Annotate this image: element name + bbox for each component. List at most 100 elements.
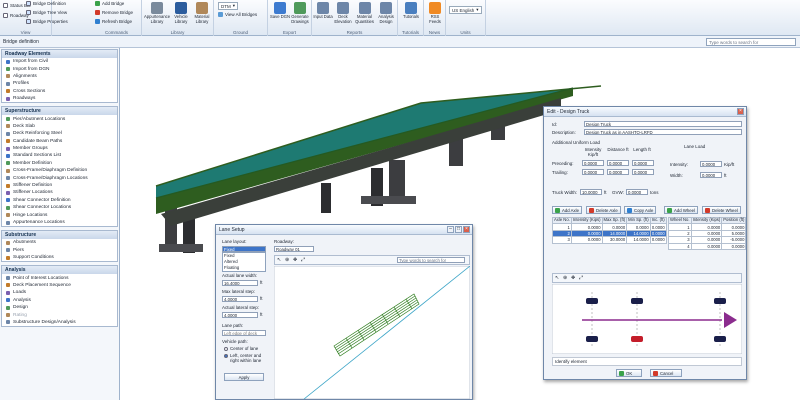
view-all-bridges-button[interactable]: View All Bridges xyxy=(218,12,257,17)
bridge-definition-checkbox[interactable]: Bridge Definition xyxy=(26,1,86,6)
sidebar-item[interactable]: Roadways xyxy=(2,95,117,102)
generate-drawings-button[interactable]: Generate Drawings xyxy=(290,2,310,24)
table-cell[interactable]: 0.0000 xyxy=(570,236,603,244)
tutorials-button[interactable]: Tutorials xyxy=(401,2,421,20)
close-icon[interactable]: × xyxy=(737,108,744,115)
table-cell[interactable]: 14.0000 xyxy=(626,236,651,244)
max-lateral-step-field[interactable]: 4.0000 xyxy=(222,296,258,302)
table-cell[interactable]: 0.0000 xyxy=(721,242,747,250)
sidebar-item[interactable]: Loads xyxy=(2,289,117,296)
sidebar-item[interactable]: Point of Interest Locations xyxy=(2,274,117,281)
sidebar-item[interactable]: Stiffener Locations xyxy=(2,189,117,196)
preceding-intensity-field[interactable]: 0.0000 xyxy=(582,160,604,166)
delete-wheel-button[interactable]: Delete Wheel xyxy=(702,206,741,214)
sidebar-item[interactable]: Cross Sections xyxy=(2,88,117,95)
lane-search-input[interactable]: Type words to search for xyxy=(397,257,465,263)
fit-view-icon[interactable]: ⤢ xyxy=(579,275,583,281)
sidebar-item[interactable]: Import from DGN xyxy=(2,65,117,72)
sidebar-item[interactable]: Appurtenance Locations xyxy=(2,219,117,226)
preceding-distance-field[interactable]: 0.0000 xyxy=(607,160,629,166)
cancel-button[interactable]: Cancel xyxy=(650,369,682,377)
sidebar-item[interactable]: Cross-Frame/Diaphragm Definition xyxy=(2,167,117,174)
material-library-button[interactable]: Material Library xyxy=(192,2,212,24)
sidebar-item[interactable]: Deck Slab xyxy=(2,123,117,130)
select-tool-icon[interactable]: ↖ xyxy=(555,275,559,281)
search-input[interactable]: Type words to search for xyxy=(706,38,796,46)
radio-left-center-right[interactable]: Left, center and right within lane xyxy=(224,353,268,363)
trailing-distance-field[interactable]: 0.0000 xyxy=(607,169,629,175)
sidebar-item[interactable]: Support Conditions xyxy=(2,254,117,261)
fit-view-icon[interactable]: ⤢ xyxy=(301,257,305,263)
pan-tool-icon[interactable]: ✥ xyxy=(571,275,575,281)
gvw-field[interactable]: 0.0000 xyxy=(626,189,648,195)
add-wheel-button[interactable]: Add Wheel xyxy=(664,206,699,214)
lane-layout-option[interactable]: Floating xyxy=(223,265,265,271)
roadway-checkbox[interactable]: Roadway xyxy=(3,13,29,18)
roadway-select[interactable]: Roadway 01 xyxy=(274,246,314,252)
sidebar-item[interactable]: Stiffener Definition xyxy=(2,182,117,189)
zoom-tool-icon[interactable]: ⊕ xyxy=(285,257,289,263)
sidebar-item[interactable]: Member Groups xyxy=(2,145,117,152)
radio-center-of-lane[interactable]: Center of lane xyxy=(224,346,258,351)
sidebar-item[interactable]: Abutments xyxy=(2,239,117,246)
delete-axle-button[interactable]: Delete Axle xyxy=(586,206,621,214)
vehicle-library-button[interactable]: Vehicle Library xyxy=(171,2,191,24)
description-field[interactable]: Design Truck as in AASHTO-LRFD xyxy=(584,129,742,135)
truck-width-field[interactable]: 10.0000 xyxy=(580,189,602,195)
appurtenance-library-button[interactable]: Appurtenance Library xyxy=(144,2,170,24)
table-cell[interactable]: 0.0000 xyxy=(649,223,667,231)
add-bridge-button[interactable]: Add Bridge xyxy=(95,1,124,6)
dtm-dropdown[interactable]: DTM ▾ xyxy=(218,2,239,10)
analysis-design-button[interactable]: Analysis Design xyxy=(376,2,396,24)
id-field[interactable]: Design Truck xyxy=(584,121,742,127)
save-dgn-button[interactable]: Save DGN xyxy=(270,2,290,20)
ok-button[interactable]: OK xyxy=(616,369,642,377)
trailing-intensity-field[interactable]: 0.0000 xyxy=(582,169,604,175)
sidebar-item[interactable]: Standard Sections List xyxy=(2,152,117,159)
sidebar-item[interactable]: Import from Civil xyxy=(2,58,117,65)
table-cell[interactable]: 30.0000 xyxy=(601,236,628,244)
sidebar-item[interactable]: Analysis xyxy=(2,297,117,304)
rss-feeds-button[interactable]: RSS Feeds xyxy=(425,2,445,24)
maximize-icon[interactable]: □ xyxy=(455,226,462,233)
table-cell[interactable]: 0.0000 xyxy=(690,242,723,250)
table-cell[interactable]: 0.0000 xyxy=(649,229,667,238)
table-row[interactable]: 3 0.0000 30.0000 14.0000 0.0000 xyxy=(552,236,667,244)
refresh-bridge-button[interactable]: Refresh Bridge xyxy=(95,19,132,24)
sidebar-item[interactable]: Member Definition xyxy=(2,160,117,167)
sidebar-item[interactable]: Cross-Frame/Diaphragm Locations xyxy=(2,174,117,181)
bridge-properties-checkbox[interactable]: Bridge Properties xyxy=(26,19,68,24)
sidebar-item[interactable]: Rating xyxy=(2,311,117,318)
sidebar-section-title[interactable]: Roadway Elements xyxy=(2,50,117,58)
actual-lateral-step-field[interactable]: 4.0000 xyxy=(222,312,258,318)
sidebar-section-title[interactable]: Substructure xyxy=(2,231,117,240)
table-row[interactable]: 4 0.0000 0.0000 xyxy=(668,242,747,250)
trailing-length-field[interactable]: 0.0000 xyxy=(632,169,654,175)
remove-bridge-button[interactable]: Remove Bridge xyxy=(95,10,133,15)
minimize-icon[interactable]: – xyxy=(447,226,454,233)
lane-path-select[interactable]: Left edge of deck xyxy=(222,330,266,336)
input-data-button[interactable]: Input Data xyxy=(313,2,333,20)
sidebar-item[interactable]: Profiles xyxy=(2,80,117,87)
add-axle-button[interactable]: Add Axle xyxy=(552,206,582,214)
sidebar-item[interactable]: Piers xyxy=(2,247,117,254)
select-tool-icon[interactable]: ↖ xyxy=(277,257,281,263)
sidebar-item[interactable]: Design xyxy=(2,304,117,311)
sidebar-item[interactable]: Shear Connector Definition xyxy=(2,197,117,204)
table-cell[interactable]: 4 xyxy=(668,242,692,250)
actual-lane-width-field[interactable]: 16.4000 xyxy=(222,280,258,286)
material-quantities-button[interactable]: Material Quantities xyxy=(353,2,376,24)
lane-intensity-field[interactable]: 0.0000 xyxy=(700,161,722,167)
wheel-table[interactable]: Wheel No. Intensity (Kips) Position (ft) 1… xyxy=(668,216,747,250)
deck-elevation-button[interactable]: Deck Elevation xyxy=(333,2,353,24)
sidebar-item[interactable]: Deck Placement Sequence xyxy=(2,282,117,289)
preceding-length-field[interactable]: 0.0000 xyxy=(632,160,654,166)
table-cell[interactable]: 3 xyxy=(552,236,572,244)
zoom-tool-icon[interactable]: ⊕ xyxy=(563,275,567,281)
axle-table[interactable]: Axle No. Intensity (Kips) Max Sp. (ft) Min … xyxy=(552,216,667,244)
sidebar-item[interactable]: Candidate Beam Paths xyxy=(2,138,117,145)
sidebar-item[interactable]: Pier/Abutment Locations xyxy=(2,115,117,122)
sidebar-item[interactable]: Alignments xyxy=(2,73,117,80)
pan-tool-icon[interactable]: ✥ xyxy=(293,257,297,263)
close-icon[interactable]: × xyxy=(463,226,470,233)
